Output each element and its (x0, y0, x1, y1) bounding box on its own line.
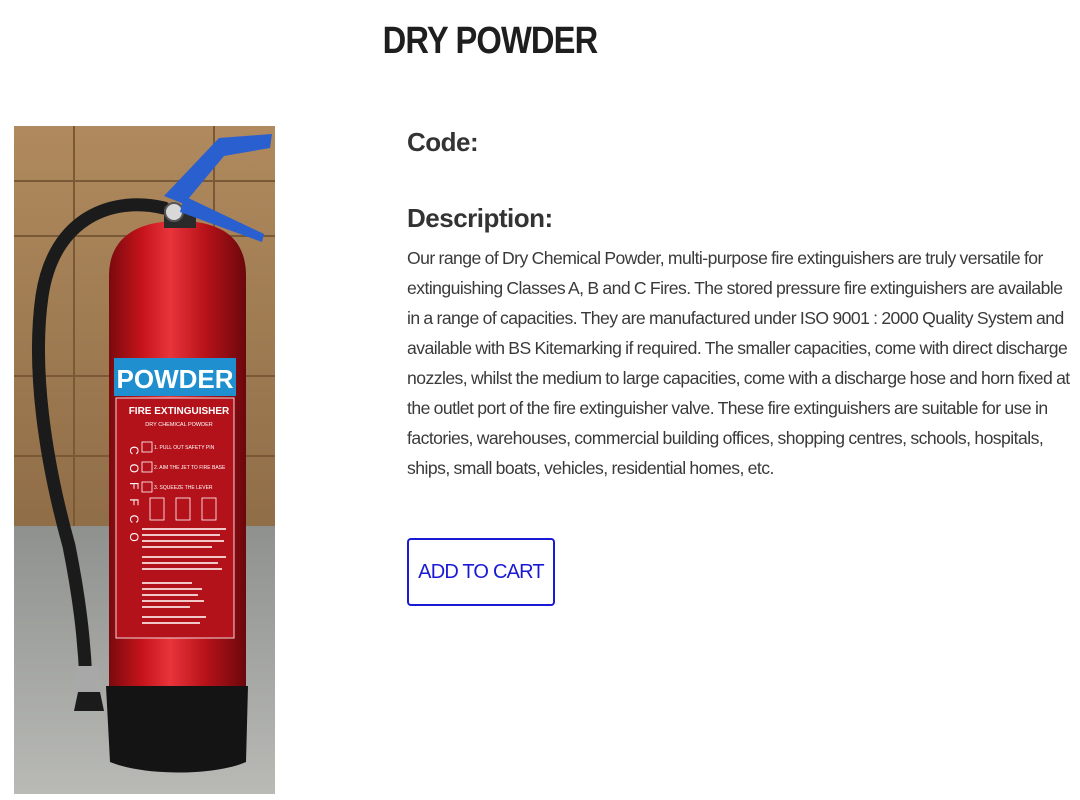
fire-extinguisher-label-text: FIRE EXTINGUISHER (129, 406, 230, 417)
powder-label-text: POWDER (117, 364, 234, 394)
nozzle (74, 692, 104, 711)
hose-fitting (76, 666, 98, 692)
description-text: Our range of Dry Chemical Powder, multi-… (407, 248, 1070, 478)
add-to-cart-button[interactable]: ADD TO CART (407, 538, 555, 606)
product-details: Code: Description: Our range of Dry Chem… (407, 124, 1073, 501)
dry-chemical-label-text: DRY CHEMICAL POWDER (145, 422, 212, 428)
instruction-2-text: 2. AIM THE JET TO FIRE BASE (154, 465, 226, 471)
description-heading: Description: (407, 203, 553, 233)
base-cup (106, 686, 248, 773)
product-image: POWDER FIRE EXTINGUISHER DRY CHEMICAL PO… (14, 126, 275, 794)
brand-vertical-text: COFFCO (127, 446, 141, 551)
fire-extinguisher-photo: POWDER FIRE EXTINGUISHER DRY CHEMICAL PO… (14, 126, 275, 794)
instruction-1-text: 1. PULL OUT SAFETY PIN (154, 445, 215, 451)
instruction-3-text: 3. SQUEEZE THE LEVER (154, 485, 213, 491)
code-heading: Code: (407, 127, 479, 157)
page-title: DRY POWDER (382, 20, 599, 62)
